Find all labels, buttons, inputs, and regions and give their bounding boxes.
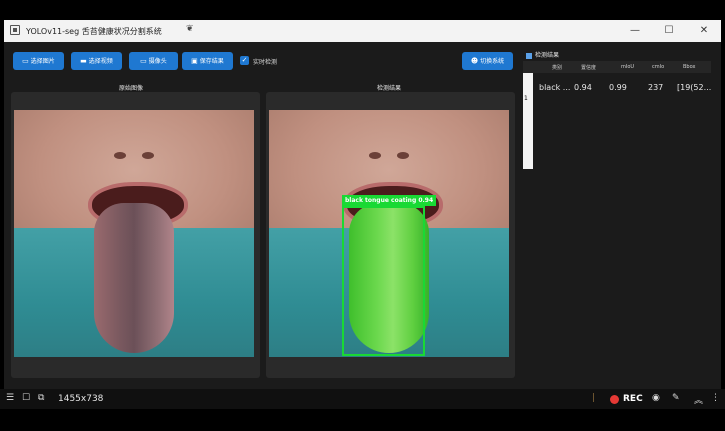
pen-icon[interactable]: ✎ — [672, 393, 680, 403]
more-icon[interactable]: ⋮ — [711, 393, 720, 403]
switch-model-button[interactable]: ☻ 切换系统 — [462, 52, 513, 70]
screen: YOLOv11-seg 舌苔健康状况分割系统 ❦ — ☐ ✕ ▭ 选择图片 ▬ 选择… — [0, 0, 725, 431]
table-cell[interactable]: [19(52... — [677, 83, 711, 92]
menu-icon[interactable]: ☰ — [6, 393, 14, 403]
camera-button[interactable]: ▭ 摄像头 — [129, 52, 178, 70]
column-header: cmIo — [652, 64, 665, 70]
column-header: 置信度 — [581, 65, 597, 71]
window-icon[interactable]: ☐ — [22, 393, 30, 403]
row-header-strip: 1 — [523, 73, 533, 169]
detection-label: black tongue coating 0.94 — [342, 195, 437, 206]
close-button[interactable]: ✕ — [687, 20, 721, 42]
check-icon[interactable]: ✓ — [240, 56, 249, 65]
resolution-readout: 1455x738 — [58, 394, 104, 404]
app-icon — [10, 25, 20, 35]
minimize-button[interactable]: — — [618, 20, 652, 42]
app-window: YOLOv11-seg 舌苔健康状况分割系统 ❦ — ☐ ✕ ▭ 选择图片 ▬ 选择… — [4, 20, 721, 389]
maximize-button[interactable]: ☐ — [652, 20, 686, 42]
save-icon: ▣ — [191, 57, 198, 65]
save-results-button[interactable]: ▣ 保存结果 — [182, 52, 233, 70]
window-title: YOLOv11-seg 舌苔健康状况分割系统 — [26, 27, 162, 36]
original-image-panel — [11, 92, 260, 378]
original-panel-label: 原始图像 — [119, 85, 144, 92]
result-image-panel: black tongue coating 0.94 — [266, 92, 515, 378]
results-header: 检测结果 — [526, 50, 559, 59]
status-bar: ☰ ☐ ⧉ 1455x738 | REC ◉ ✎ ︽ ⋮ — [0, 389, 725, 409]
separator-icon: | — [592, 393, 596, 403]
table-cell[interactable]: 237 — [648, 83, 663, 92]
column-header: Bbox — [683, 64, 696, 70]
results-table: 类别 置信度 mIoU cmIo Bbox 1 black ... 0.94 0… — [523, 61, 711, 171]
detection-box — [342, 206, 425, 356]
column-header: 类别 — [552, 65, 563, 71]
crop-icon[interactable]: ⧉ — [38, 393, 44, 403]
original-image — [14, 110, 254, 357]
select-image-button[interactable]: ▭ 选择图片 — [13, 52, 64, 70]
table-cell[interactable]: black ... — [539, 83, 570, 92]
collapse-icon[interactable]: ︽ — [694, 393, 703, 406]
switch-icon: ☻ — [470, 57, 479, 65]
title-bar: YOLOv11-seg 舌苔健康状况分割系统 ❦ — ☐ ✕ — [4, 20, 721, 42]
tongue — [94, 203, 174, 353]
row-index: 1 — [524, 95, 528, 102]
feather-icon: ❦ — [186, 24, 194, 34]
table-cell[interactable]: 0.94 — [574, 83, 592, 92]
record-icon[interactable] — [610, 395, 619, 404]
result-image: black tongue coating 0.94 — [269, 110, 509, 357]
table-cell[interactable]: 0.99 — [609, 83, 627, 92]
list-icon — [526, 52, 532, 59]
select-video-button[interactable]: ▬ 选择视频 — [71, 52, 122, 70]
video-icon: ▬ — [80, 57, 87, 65]
camera-icon[interactable]: ◉ — [652, 393, 660, 403]
results-table-header: 类别 置信度 mIoU cmIo Bbox — [523, 61, 711, 73]
image-icon: ▭ — [22, 57, 29, 65]
rec-label[interactable]: REC — [623, 394, 643, 404]
column-header: mIoU — [621, 64, 635, 70]
camera-icon: ▭ — [140, 57, 147, 65]
result-panel-label: 检测结果 — [377, 85, 402, 92]
